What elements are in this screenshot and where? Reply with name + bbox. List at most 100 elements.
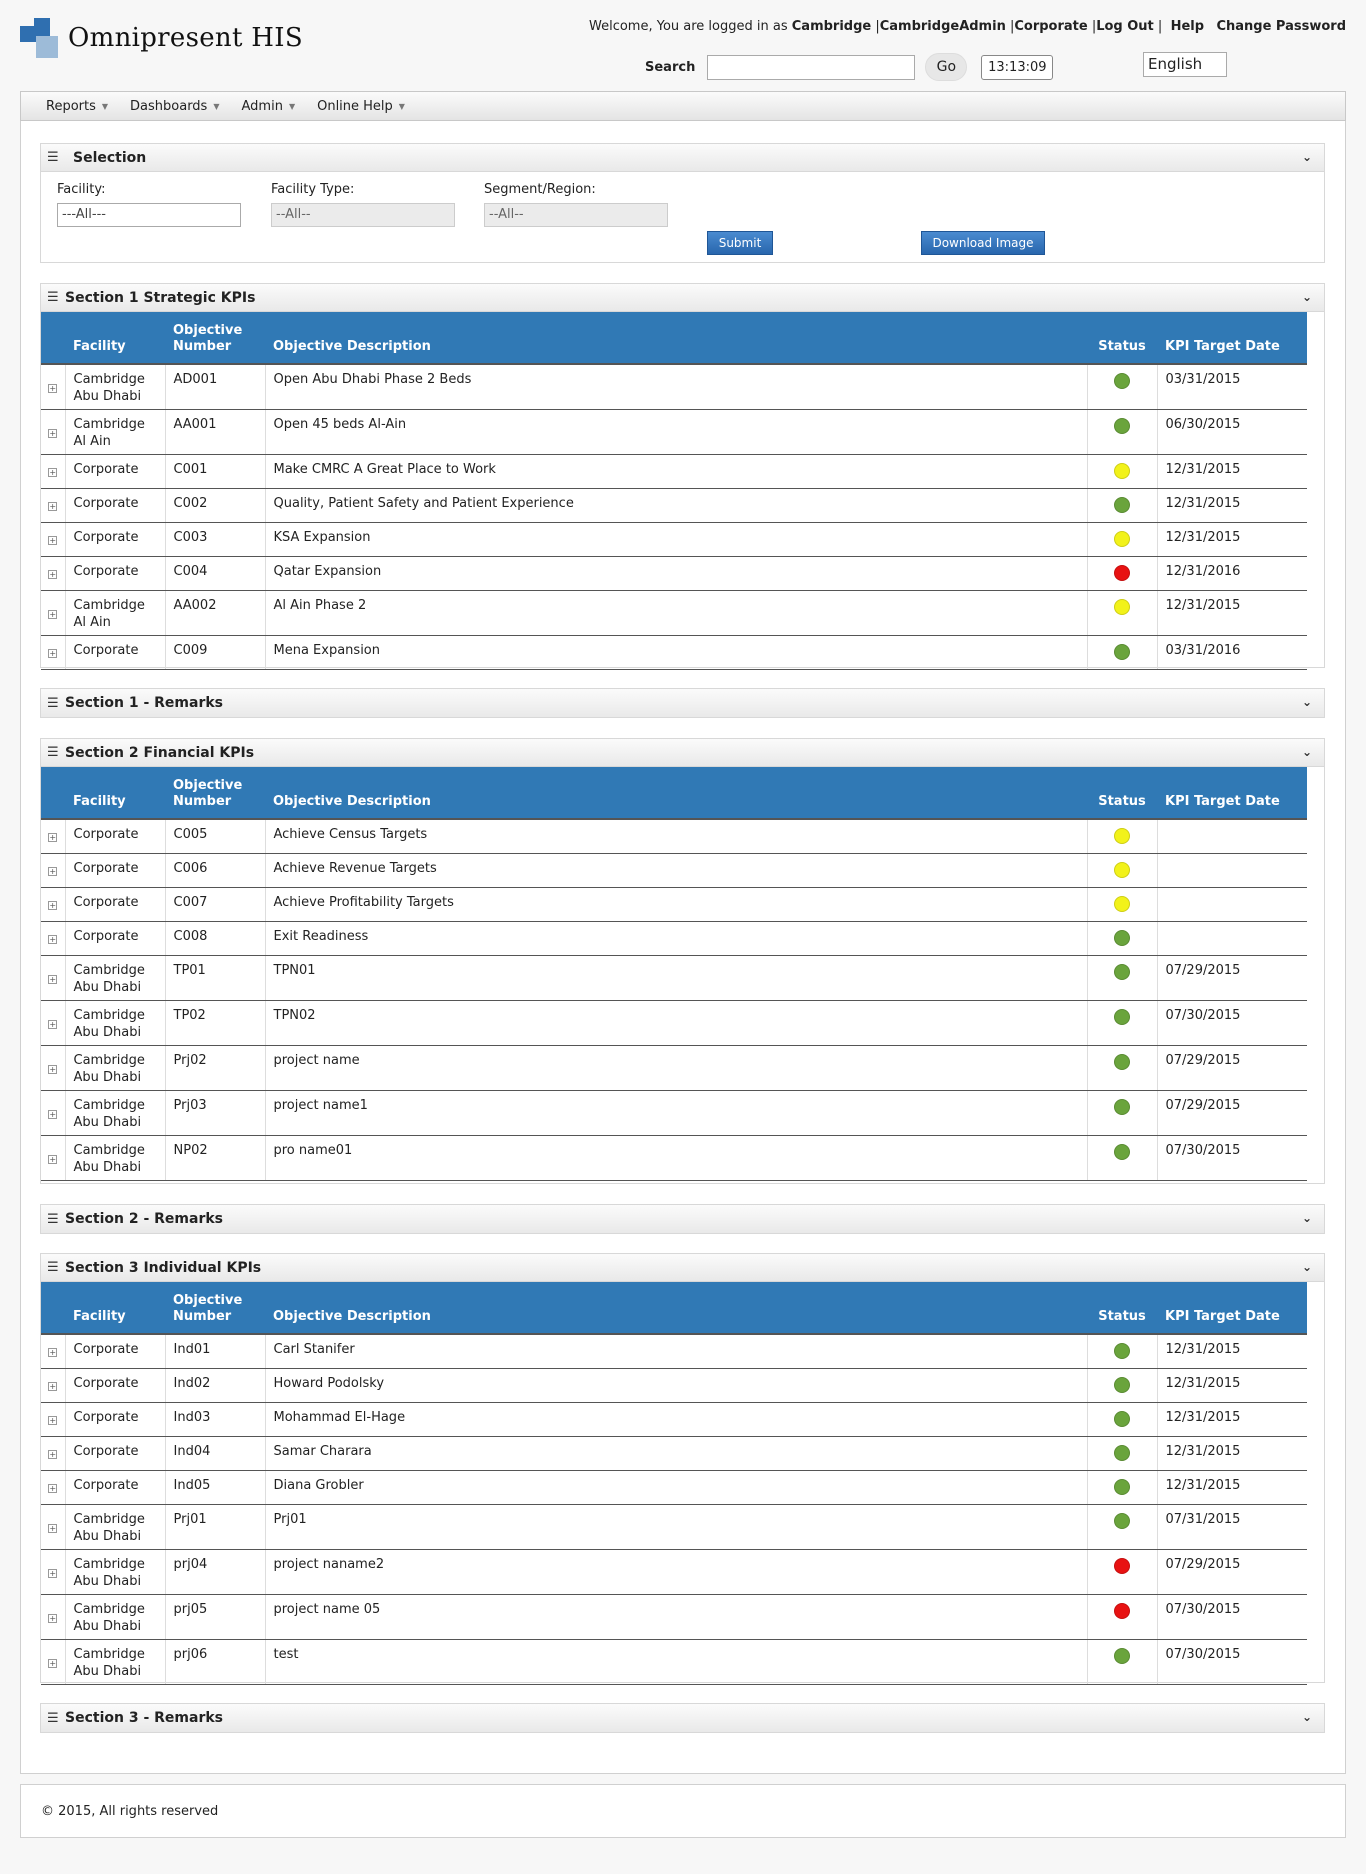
expand-icon[interactable]: + [48,1109,58,1119]
expand-icon[interactable]: + [48,1613,58,1623]
expand-icon[interactable]: + [48,1568,58,1578]
table-row[interactable]: + Corporate C004 Qatar Expansion 12/31/2016 [41,556,1307,591]
table-row[interactable]: + Cambridge Abu Dhabi Prj03 project name1 07… [41,1090,1307,1136]
change-password-link[interactable]: Change Password [1216,19,1346,34]
expand-icon[interactable]: + [48,1382,58,1391]
header-objective-number[interactable]: Objective Number [165,312,265,365]
table-row[interactable]: + Cambridge Abu Dhabi prj05 project name 05… [41,1594,1307,1640]
menu-reports[interactable]: Reports ▼ [46,99,108,114]
table-row[interactable]: + Cambridge Abu Dhabi prj06 test 07/30/2015 [41,1639,1307,1685]
table-row[interactable]: + Corporate C003 KSA Expansion 12/31/2015 [41,522,1307,557]
table-row[interactable]: + Cambridge Abu Dhabi TP01 TPN01 07/29/2015 [41,955,1307,1001]
table-row[interactable]: + Cambridge Abu Dhabi AD001 Open Abu Dhabi … [41,364,1307,410]
app-logo[interactable]: Omnipresent HIS [20,18,303,58]
expand-icon[interactable]: + [48,1154,58,1164]
menu-dashboards[interactable]: Dashboards ▼ [130,99,219,114]
table-row[interactable]: + Cambridge Abu Dhabi NP02 pro name01 07/30/… [41,1135,1307,1181]
user-name: CambridgeAdmin [879,19,1006,34]
expand-icon[interactable]: + [48,468,58,477]
expand-icon[interactable]: + [48,570,58,579]
expand-icon[interactable]: + [48,383,58,393]
expand-icon[interactable]: + [48,1019,58,1029]
table-row[interactable]: + Cambridge Abu Dhabi Prj01 Prj01 07/31/2015 [41,1504,1307,1550]
table-row[interactable]: + Corporate C009 Mena Expansion 03/31/2016 [41,635,1307,670]
table-row[interactable]: + Corporate Ind02 Howard Podolsky 12/31/2015 [41,1368,1307,1403]
expand-icon[interactable]: + [48,1484,58,1493]
table-row[interactable]: + Corporate Ind03 Mohammad El-Hage 12/31/201… [41,1402,1307,1437]
expand-icon[interactable]: + [48,867,58,876]
chevron-down-icon[interactable]: ⌄ [1302,290,1312,304]
table-row[interactable]: + Corporate Ind04 Samar Charara 12/31/2015 [41,1436,1307,1471]
table-row[interactable]: + Corporate C005 Achieve Census Targets [41,819,1307,854]
header-objective-number[interactable]: Objective Number [165,1282,265,1335]
segment-region-select[interactable]: --All-- [484,203,668,227]
expand-icon[interactable]: + [48,1064,58,1074]
menu-admin[interactable]: Admin ▼ [242,99,296,114]
table-row[interactable]: + Corporate Ind01 Carl Stanifer 12/31/2015 [41,1334,1307,1369]
section3-remarks-header[interactable]: ☰ Section 3 - Remarks ⌄ [41,1704,1324,1732]
expand-icon[interactable]: + [48,428,58,438]
section1-remarks-header[interactable]: ☰ Section 1 - Remarks ⌄ [41,689,1324,717]
table-row[interactable]: + Cambridge Al Ain AA001 Open 45 beds Al-Ai… [41,409,1307,455]
go-button[interactable]: Go [925,53,968,81]
header-objective-description[interactable]: Objective Description [265,1282,1087,1335]
section1-header[interactable]: ☰ Section 1 Strategic KPIs ⌄ [41,284,1324,312]
table-row[interactable]: + Corporate C001 Make CMRC A Great Place to… [41,454,1307,489]
table-row[interactable]: + Corporate C002 Quality, Patient Safety an… [41,488,1307,523]
expand-icon[interactable]: + [48,833,58,842]
expand-icon[interactable]: + [48,502,58,511]
menu-online-help[interactable]: Online Help ▼ [317,99,405,114]
header-objective-description[interactable]: Objective Description [265,312,1087,365]
chevron-down-icon[interactable]: ⌄ [1302,1260,1312,1274]
expand-icon[interactable]: + [48,935,58,944]
expand-icon[interactable]: + [48,1450,58,1459]
search-input[interactable] [707,54,916,80]
header-facility[interactable]: Facility [65,1282,165,1335]
expand-icon[interactable]: + [48,974,58,984]
expand-icon[interactable]: + [48,649,58,658]
table-row[interactable]: + Cambridge Abu Dhabi TP02 TPN02 07/30/2015 [41,1000,1307,1046]
download-image-button[interactable]: Download Image [921,231,1045,255]
chevron-down-icon[interactable]: ⌄ [1302,1211,1312,1225]
facility-input[interactable]: ---All--- [57,203,241,227]
table-row[interactable]: + Cambridge Al Ain AA002 Al Ain Phase 2 12/3… [41,590,1307,636]
expand-icon[interactable]: + [48,1658,58,1668]
header-facility[interactable]: Facility [65,767,165,820]
expand-icon[interactable]: + [48,609,58,619]
chevron-down-icon[interactable]: ⌄ [1302,695,1312,709]
header-status[interactable]: Status [1087,767,1157,820]
header-kpi-target-date[interactable]: KPI Target Date [1157,1282,1307,1335]
facility-cell: Cambridge Al Ain [65,590,166,636]
header-objective-description[interactable]: Objective Description [265,767,1087,820]
chevron-down-icon[interactable]: ⌄ [1302,1710,1312,1724]
header-kpi-target-date[interactable]: KPI Target Date [1157,312,1307,365]
table-row[interactable]: + Corporate C006 Achieve Revenue Targets [41,853,1307,888]
header-status[interactable]: Status [1087,312,1157,365]
selection-panel-header[interactable]: ☰ Selection ⌄ [41,144,1324,172]
expand-icon[interactable]: + [48,536,58,545]
help-link[interactable]: Help [1171,19,1204,34]
table-row[interactable]: + Corporate C008 Exit Readiness [41,921,1307,956]
table-row[interactable]: + Corporate Ind05 Diana Grobler 12/31/2015 [41,1470,1307,1505]
table-row[interactable]: + Cambridge Abu Dhabi prj04 project naname2… [41,1549,1307,1595]
chevron-down-icon[interactable]: ⌄ [1302,150,1312,164]
logout-link[interactable]: Log Out [1096,19,1154,34]
header-status[interactable]: Status [1087,1282,1157,1335]
expand-icon[interactable]: + [48,1523,58,1533]
section2-remarks-header[interactable]: ☰ Section 2 - Remarks ⌄ [41,1205,1324,1233]
expand-icon[interactable]: + [48,1348,58,1357]
language-select[interactable]: English [1143,52,1227,77]
header-facility[interactable]: Facility [65,312,165,365]
expand-icon[interactable]: + [48,1416,58,1425]
facility-type-select[interactable]: --All-- [271,203,455,227]
submit-button[interactable]: Submit [707,231,773,255]
section3-header[interactable]: ☰ Section 3 Individual KPIs ⌄ [41,1254,1324,1282]
table-row[interactable]: + Cambridge Abu Dhabi Prj02 project name 07/… [41,1045,1307,1091]
section2-header[interactable]: ☰ Section 2 Financial KPIs ⌄ [41,739,1324,767]
expand-icon[interactable]: + [48,901,58,910]
menu-label: Online Help [317,98,393,114]
header-kpi-target-date[interactable]: KPI Target Date [1157,767,1307,820]
chevron-down-icon[interactable]: ⌄ [1302,745,1312,759]
header-objective-number[interactable]: Objective Number [165,767,265,820]
table-row[interactable]: + Corporate C007 Achieve Profitability Targ… [41,887,1307,922]
